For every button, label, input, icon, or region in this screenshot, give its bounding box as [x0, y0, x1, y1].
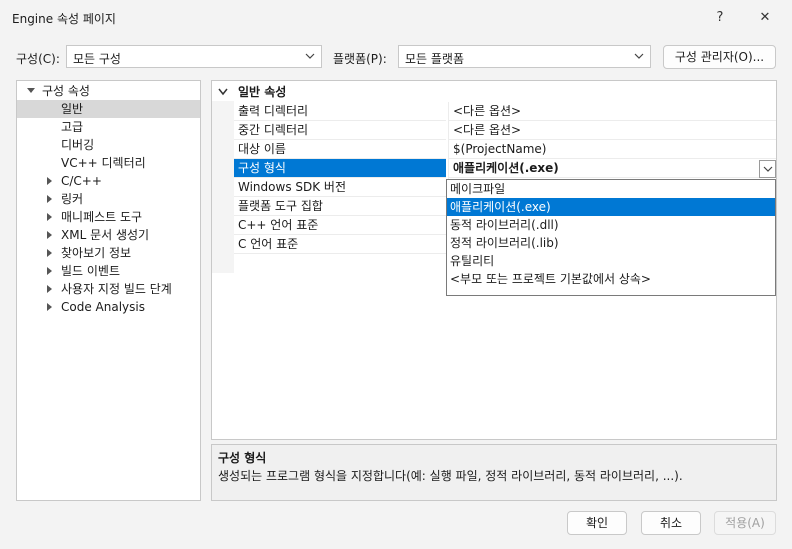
platform-select-value: 모든 플랫폼 [405, 52, 465, 66]
collapsed-icon [47, 231, 52, 239]
tree-item-build-events[interactable]: 빌드 이벤트 [17, 262, 200, 280]
dropdown-option[interactable]: <부모 또는 프로젝트 기본값에서 상속> [447, 270, 775, 288]
description-pane: 구성 형식 생성되는 프로그램 형식을 지정합니다(예: 실행 파일, 정적 라… [211, 444, 777, 501]
tree-root-label: 구성 속성 [42, 84, 90, 98]
collapsed-icon [47, 267, 52, 275]
property-name: 구성 형식 [234, 159, 446, 178]
tree-item-browse-info[interactable]: 찾아보기 정보 [17, 244, 200, 262]
tree-item-label: C/C++ [61, 174, 102, 188]
expanded-icon [27, 88, 35, 93]
config-type-dropdown-button[interactable] [759, 160, 776, 178]
platform-select[interactable]: 모든 플랫폼 [398, 45, 651, 68]
cancel-button[interactable]: 취소 [641, 511, 701, 535]
config-type-dropdown[interactable]: 메이크파일 애플리케이션(.exe) 동적 라이브러리(.dll) 정적 라이브… [446, 179, 776, 296]
tree-item-manifest-tool[interactable]: 매니페스트 도구 [17, 208, 200, 226]
config-select[interactable]: 모든 구성 [66, 45, 322, 68]
tree-item-general[interactable]: 일반 [17, 100, 200, 118]
tree-item-label: 매니페스트 도구 [61, 210, 143, 224]
dropdown-option-highlighted[interactable]: 애플리케이션(.exe) [447, 198, 775, 216]
tree-item-label: 일반 [61, 102, 84, 116]
close-button[interactable]: ✕ [751, 6, 779, 30]
category-general-properties[interactable]: 일반 속성 [212, 83, 776, 101]
property-value[interactable]: <다른 옵션> [448, 102, 776, 121]
tree-item-label: VC++ 디렉터리 [61, 156, 146, 170]
config-select-value: 모든 구성 [73, 52, 121, 66]
property-name: C 언어 표준 [234, 235, 446, 254]
property-name: 출력 디렉터리 [234, 102, 446, 121]
collapsed-icon [47, 177, 52, 185]
tree-item-label: 사용자 지정 빌드 단계 [61, 282, 172, 296]
property-tree: 구성 속성 일반 고급 디버깅 VC++ 디렉터리 C/C++ 링커 매니페스트… [16, 80, 201, 501]
tree-root-config-properties[interactable]: 구성 속성 [17, 82, 200, 100]
dropdown-option[interactable]: 메이크파일 [447, 180, 775, 198]
description-title: 구성 형식 [218, 451, 267, 465]
property-row-selected[interactable]: 구성 형식 애플리케이션(.exe) [212, 159, 776, 178]
collapsed-icon [47, 213, 52, 221]
property-name: 플랫폼 도구 집합 [234, 197, 446, 216]
tree-item-label: 디버깅 [61, 138, 95, 152]
property-row[interactable]: 대상 이름 $(ProjectName) [212, 140, 776, 159]
platform-label: 플랫폼(P): [333, 52, 387, 66]
category-label: 일반 속성 [238, 85, 287, 99]
property-name: Windows SDK 버전 [234, 178, 446, 197]
collapsed-icon [47, 285, 52, 293]
dropdown-option[interactable]: 유틸리티 [447, 252, 775, 270]
property-name: 대상 이름 [234, 140, 446, 159]
tree-item-label: 링커 [61, 192, 84, 206]
property-name: C++ 언어 표준 [234, 216, 446, 235]
tree-item-xml-doc-generator[interactable]: XML 문서 생성기 [17, 226, 200, 244]
tree-item-vc-directories[interactable]: VC++ 디렉터리 [17, 154, 200, 172]
collapsed-icon [47, 249, 52, 257]
tree-item-label: 찾아보기 정보 [61, 246, 132, 260]
config-manager-button[interactable]: 구성 관리자(O)... [663, 45, 776, 69]
property-row[interactable]: 중간 디렉터리 <다른 옵션> [212, 121, 776, 140]
dropdown-option[interactable]: 정적 라이브러리(.lib) [447, 234, 775, 252]
chevron-down-icon [634, 53, 644, 59]
property-value[interactable]: 애플리케이션(.exe) [448, 159, 776, 178]
tree-item-label: XML 문서 생성기 [61, 228, 150, 242]
tree-item-code-analysis[interactable]: Code Analysis [17, 298, 200, 316]
property-name: 중간 디렉터리 [234, 121, 446, 140]
tree-item-advanced[interactable]: 고급 [17, 118, 200, 136]
property-value[interactable]: $(ProjectName) [448, 140, 776, 159]
ok-button[interactable]: 확인 [567, 511, 627, 535]
tree-item-cpp[interactable]: C/C++ [17, 172, 200, 190]
tree-item-debugging[interactable]: 디버깅 [17, 136, 200, 154]
chevron-down-icon [763, 166, 773, 172]
help-button[interactable]: ? [706, 6, 734, 30]
collapsed-icon [47, 303, 52, 311]
tree-item-label: 고급 [61, 120, 84, 134]
window-title: Engine 속성 페이지 [12, 12, 116, 26]
title-bar: Engine 속성 페이지 ? ✕ [0, 0, 792, 36]
description-text: 생성되는 프로그램 형식을 지정합니다(예: 실행 파일, 정적 라이브러리, … [218, 469, 683, 483]
collapsed-icon [47, 195, 52, 203]
chevron-down-icon [305, 53, 315, 59]
chevron-down-icon [218, 88, 228, 96]
tree-item-label: Code Analysis [61, 300, 145, 314]
dropdown-option[interactable]: 동적 라이브러리(.dll) [447, 216, 775, 234]
property-value[interactable]: <다른 옵션> [448, 121, 776, 140]
apply-button[interactable]: 적용(A) [714, 511, 776, 535]
property-row[interactable]: 출력 디렉터리 <다른 옵션> [212, 102, 776, 121]
tree-item-custom-build-step[interactable]: 사용자 지정 빌드 단계 [17, 280, 200, 298]
tree-item-linker[interactable]: 링커 [17, 190, 200, 208]
config-label: 구성(C): [16, 52, 60, 66]
tree-item-label: 빌드 이벤트 [61, 264, 121, 278]
